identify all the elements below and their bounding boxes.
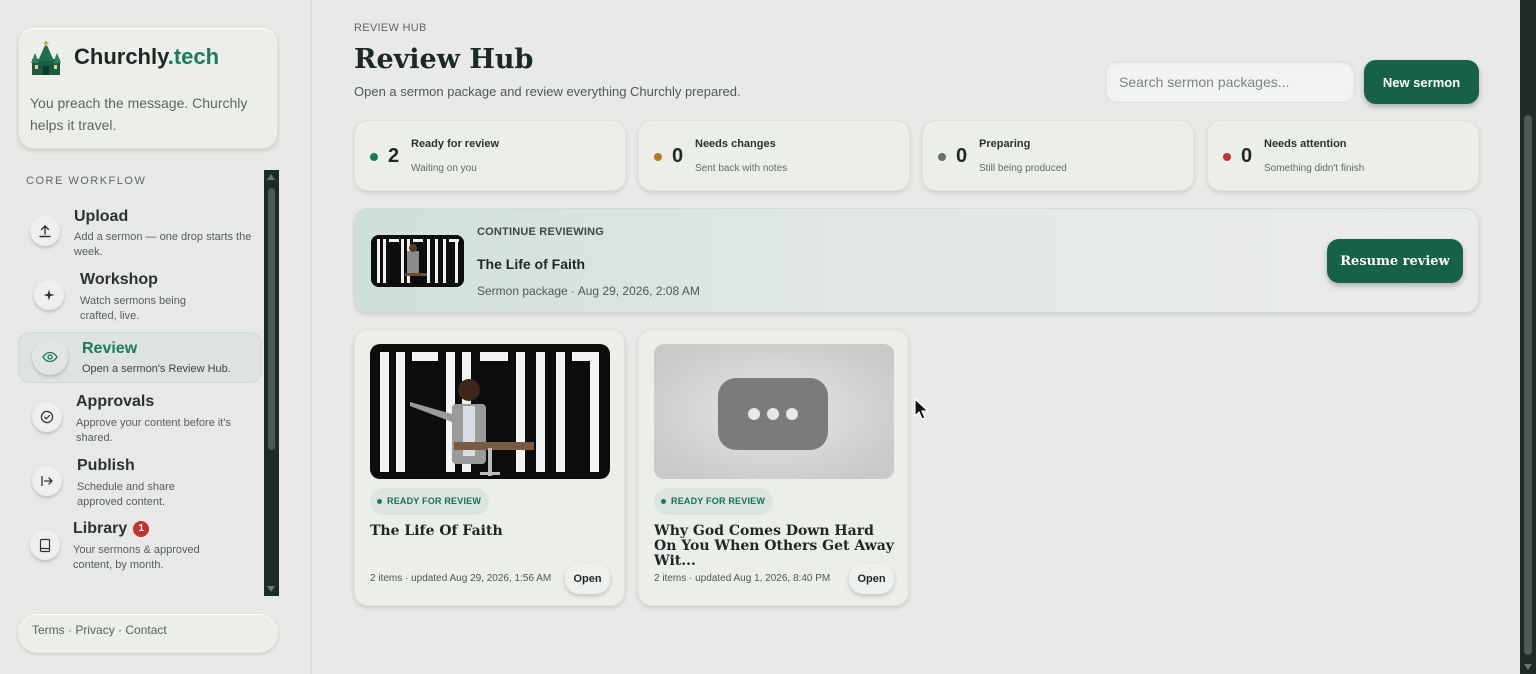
package-meta: 2 items · updated Aug 29, 2026, 1:56 AM — [370, 573, 552, 584]
sidebar-item-label-row: Library 1 — [73, 520, 150, 538]
check-circle-icon — [32, 402, 62, 432]
stat-count: 0 — [1241, 145, 1253, 167]
sidebar-item-description: Add a sermon — one drop starts the week. — [74, 231, 252, 258]
stat-subtext: Something didn't finish — [1264, 163, 1365, 174]
sidebar-item-review[interactable]: Review Open a sermon's Review Hub. — [18, 332, 262, 383]
brand-tagline: You preach the message. Churchly helps i… — [30, 95, 248, 133]
sermon-package-card[interactable]: READY FOR REVIEW The Life Of Faith 2 ite… — [354, 329, 625, 606]
sidebar-item-description: Approve your content before it's shared. — [76, 417, 231, 444]
sermon-package-card[interactable]: READY FOR REVIEW Why God Comes Down Hard… — [638, 329, 909, 606]
sparkle-icon — [34, 280, 64, 310]
eye-icon — [32, 339, 68, 375]
page-subtitle: Open a sermon package and review everyth… — [354, 84, 741, 99]
footer-separator: · — [118, 623, 123, 637]
sidebar-item-description: Open a sermon's Review Hub. — [82, 363, 231, 375]
stat-label: Needs attention — [1264, 138, 1347, 150]
stat-card-preparing[interactable]: 0 Preparing Still being produced — [922, 120, 1194, 191]
arrow-right-bar-icon — [32, 466, 62, 496]
book-icon — [30, 530, 60, 560]
sidebar-item-description: Your sermons & approved content, by mont… — [73, 544, 200, 571]
sermon-thumbnail[interactable] — [371, 235, 464, 287]
scroll-down-arrow-icon[interactable] — [1524, 664, 1532, 670]
privacy-link[interactable]: Privacy — [75, 623, 114, 637]
brand-card: Churchly.tech You preach the message. Ch… — [18, 27, 278, 149]
continue-reviewing-card[interactable]: CONTINUE REVIEWING The Life of Faith Ser… — [354, 208, 1479, 313]
stat-card-needs-attention[interactable]: 0 Needs attention Something didn't finis… — [1207, 120, 1479, 191]
scroll-up-arrow-icon[interactable] — [267, 174, 275, 180]
status-dot — [1223, 153, 1231, 161]
status-badge: READY FOR REVIEW — [370, 488, 490, 515]
stat-card-needs-changes[interactable]: 0 Needs changes Sent back with notes — [638, 120, 910, 191]
sidebar-item-label: Upload — [74, 208, 129, 225]
sidebar-item-description: Watch sermons being crafted, live. — [80, 295, 186, 322]
resume-review-button[interactable]: Resume review — [1327, 239, 1463, 283]
brand-name[interactable]: Churchly.tech — [74, 44, 219, 70]
package-title[interactable]: The Life Of Faith — [370, 524, 610, 539]
contact-link[interactable]: Contact — [125, 623, 166, 637]
status-dot — [654, 153, 662, 161]
stat-count: 2 — [388, 145, 400, 167]
stat-subtext: Sent back with notes — [695, 163, 788, 174]
section-label-core-workflow: CORE WORKFLOW — [26, 175, 147, 187]
sidebar-scrollbar[interactable] — [264, 170, 279, 596]
sidebar-item-label: Library — [73, 520, 128, 537]
sidebar-item-label: Review — [82, 340, 138, 357]
sidebar-item-publish[interactable]: Publish Schedule and share approved cont… — [18, 454, 262, 510]
stat-label: Ready for review — [411, 138, 500, 150]
sidebar-item-upload[interactable]: Upload Add a sermon — one drop starts th… — [18, 204, 262, 260]
terms-link[interactable]: Terms — [32, 623, 65, 637]
scrollbar-thumb[interactable] — [1524, 115, 1532, 655]
scroll-down-arrow-icon[interactable] — [267, 586, 275, 592]
sidebar-item-approvals[interactable]: Approvals Approve your content before it… — [18, 390, 262, 446]
stat-card-ready[interactable]: 2 Ready for review Waiting on you — [354, 120, 626, 191]
brand-tld: .tech — [167, 44, 220, 69]
sidebar-item-label: Approvals — [76, 393, 155, 410]
sidebar-item-label: Workshop — [80, 271, 158, 288]
stat-subtext: Still being produced — [979, 163, 1067, 174]
status-badge: READY FOR REVIEW — [654, 488, 774, 515]
continue-meta: Sermon package · Aug 29, 2026, 2:08 AM — [477, 284, 700, 298]
continue-title[interactable]: The Life of Faith — [477, 256, 585, 272]
sidebar-item-library[interactable]: Library 1 Your sermons & approved content… — [18, 518, 262, 574]
stat-count: 0 — [672, 145, 684, 167]
open-button[interactable]: Open — [565, 563, 610, 594]
footer-separator: · — [68, 623, 73, 637]
library-count-badge: 1 — [133, 521, 150, 537]
sidebar-item-workshop[interactable]: Workshop Watch sermons being crafted, li… — [18, 268, 262, 324]
package-title[interactable]: Why God Comes Down Hard On You When Othe… — [654, 524, 894, 569]
continue-kicker: CONTINUE REVIEWING — [477, 226, 605, 238]
breadcrumb: REVIEW HUB — [354, 22, 427, 34]
scrollbar-thumb[interactable] — [268, 188, 275, 450]
search-input[interactable] — [1105, 61, 1355, 103]
page-scrollbar[interactable] — [1520, 0, 1536, 674]
stat-count: 0 — [956, 145, 968, 167]
footer-links: Terms · Privacy · Contact — [18, 614, 278, 653]
page-title: Review Hub — [354, 44, 534, 75]
sidebar: Churchly.tech You preach the message. Ch… — [0, 0, 312, 674]
status-dot — [938, 153, 946, 161]
mouse-cursor-icon — [914, 398, 930, 420]
new-sermon-button[interactable]: New sermon — [1364, 60, 1479, 104]
sermon-thumbnail[interactable] — [370, 344, 610, 479]
stat-label: Needs changes — [695, 138, 776, 150]
stat-label: Preparing — [979, 138, 1031, 150]
sidebar-item-label: Publish — [77, 457, 135, 474]
status-dot — [370, 153, 378, 161]
open-button[interactable]: Open — [849, 563, 894, 594]
stat-subtext: Waiting on you — [411, 163, 477, 174]
upload-icon — [30, 216, 60, 246]
placeholder-thumbnail[interactable] — [654, 344, 894, 479]
package-meta: 2 items · updated Aug 1, 2026, 8:40 PM — [654, 573, 831, 584]
brand-name-text: Churchly — [74, 44, 168, 69]
sidebar-item-description: Schedule and share approved content. — [77, 481, 175, 508]
church-logo-icon — [31, 41, 61, 75]
